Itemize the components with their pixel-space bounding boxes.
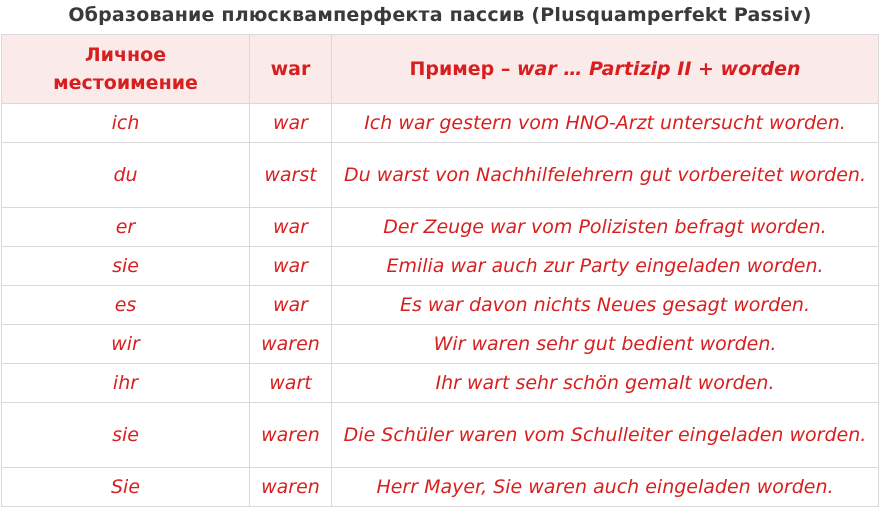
header-example: Пример – war … Partizip II + worden bbox=[331, 34, 879, 104]
table-row: ihr wart Ihr wart sehr schön gemalt word… bbox=[1, 363, 879, 403]
page-title: Образование плюсквамперфекта пассив (Plu… bbox=[68, 4, 812, 26]
pronoun-cell: Sie bbox=[1, 467, 250, 507]
conjugation-table: Личное местоимение war Пример – war … Pa… bbox=[1, 34, 879, 507]
table-header-row: Личное местоимение war Пример – war … Pa… bbox=[1, 34, 879, 104]
aux-cell: wart bbox=[249, 363, 332, 403]
aux-cell: war bbox=[249, 207, 332, 247]
table-row: ich war Ich war gestern vom HNO-Arzt unt… bbox=[1, 103, 879, 143]
pronoun-cell: ihr bbox=[1, 363, 250, 403]
example-cell: Ich war gestern vom HNO-Arzt untersucht … bbox=[331, 103, 879, 143]
aux-cell: war bbox=[249, 285, 332, 325]
example-cell: Wir waren sehr gut bedient worden. bbox=[331, 324, 879, 364]
example-cell: Der Zeuge war vom Polizisten befragt wor… bbox=[331, 207, 879, 247]
example-cell: Es war davon nichts Neues gesagt worden. bbox=[331, 285, 879, 325]
example-cell: Herr Mayer, Sie waren auch eingeladen wo… bbox=[331, 467, 879, 507]
aux-cell: waren bbox=[249, 324, 332, 364]
aux-cell: warst bbox=[249, 142, 332, 208]
pronoun-cell: sie bbox=[1, 402, 250, 468]
aux-cell: waren bbox=[249, 467, 332, 507]
example-cell: Emilia war auch zur Party eingeladen wor… bbox=[331, 246, 879, 286]
example-cell: Ihr wart sehr schön gemalt worden. bbox=[331, 363, 879, 403]
pronoun-cell: du bbox=[1, 142, 250, 208]
table-row: sie waren Die Schüler waren vom Schullei… bbox=[1, 402, 879, 468]
pronoun-cell: ich bbox=[1, 103, 250, 143]
aux-cell: war bbox=[249, 103, 332, 143]
table-row: Sie waren Herr Mayer, Sie waren auch ein… bbox=[1, 467, 879, 507]
header-example-formula: war … Partizip II + worden bbox=[517, 58, 801, 80]
header-pronoun: Личное местоимение bbox=[1, 34, 250, 104]
header-aux: war bbox=[249, 34, 332, 104]
table-row: es war Es war davon nichts Neues gesagt … bbox=[1, 285, 879, 325]
aux-cell: waren bbox=[249, 402, 332, 468]
table-row: wir waren Wir waren sehr gut bedient wor… bbox=[1, 324, 879, 364]
table-row: du warst Du warst von Nachhilfelehrern g… bbox=[1, 142, 879, 208]
aux-cell: war bbox=[249, 246, 332, 286]
pronoun-cell: es bbox=[1, 285, 250, 325]
pronoun-cell: sie bbox=[1, 246, 250, 286]
table-row: sie war Emilia war auch zur Party eingel… bbox=[1, 246, 879, 286]
pronoun-cell: wir bbox=[1, 324, 250, 364]
header-example-prefix: Пример – bbox=[409, 58, 517, 80]
pronoun-cell: er bbox=[1, 207, 250, 247]
example-cell: Du warst von Nachhilfelehrern gut vorber… bbox=[331, 142, 879, 208]
example-cell: Die Schüler waren vom Schulleiter eingel… bbox=[331, 402, 879, 468]
table-row: er war Der Zeuge war vom Polizisten befr… bbox=[1, 207, 879, 247]
